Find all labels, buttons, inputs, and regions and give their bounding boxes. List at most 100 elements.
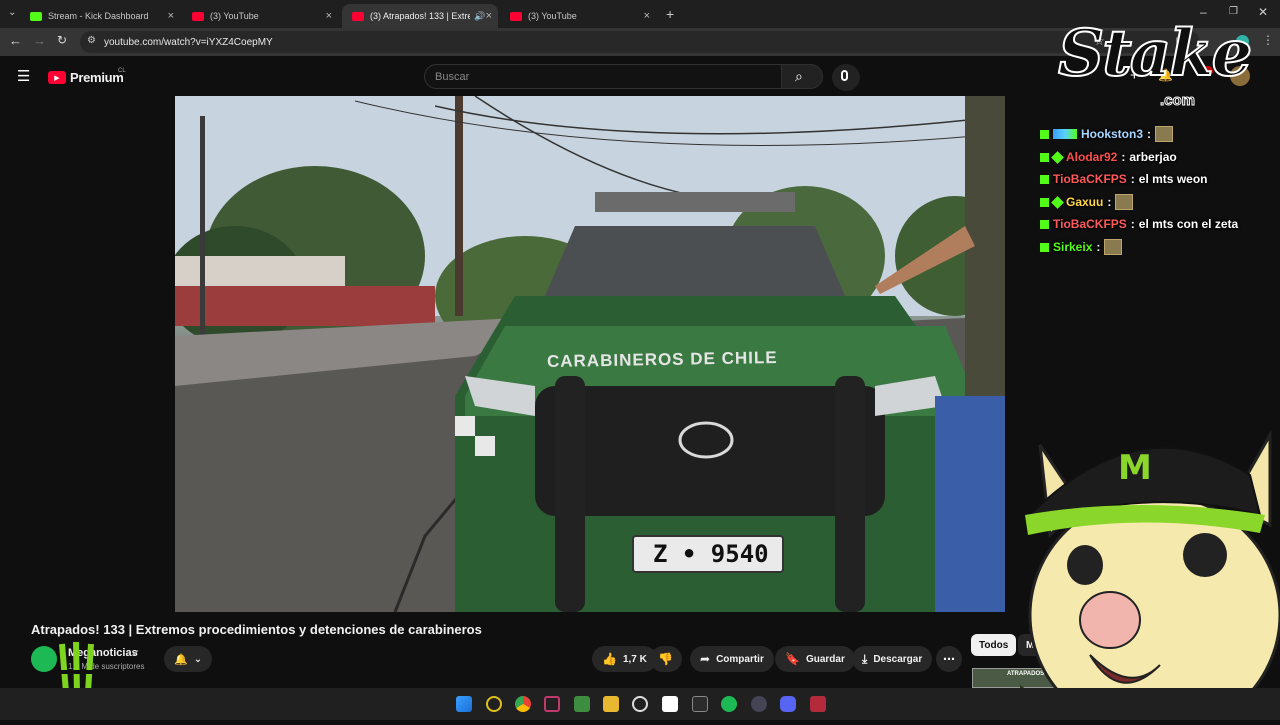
sponsor-sub-text: .com (1159, 92, 1196, 110)
obs-icon[interactable] (632, 696, 648, 712)
kick-badge-icon (1040, 242, 1049, 252)
share-button[interactable]: ➦ Compartir (690, 646, 774, 672)
steam-icon[interactable] (751, 696, 767, 712)
thumbs-up-icon: 👍 (602, 652, 617, 666)
new-tab-plus-icon[interactable]: + (666, 6, 674, 22)
chat-emote-icon (1104, 239, 1123, 255)
close-icon[interactable]: × (168, 10, 174, 22)
chat-username: Sirkeix (1053, 240, 1093, 254)
dislike-button[interactable]: 👎 (650, 646, 682, 672)
chat-username: TioBaCKFPS (1053, 172, 1127, 186)
youtube-logo[interactable]: ▶ Premium (48, 70, 124, 85)
bell-icon: 🔔 (174, 653, 188, 666)
save-button[interactable]: 🔖 Guardar (775, 646, 855, 672)
app-yellow-circle-icon[interactable] (486, 696, 502, 712)
app-g-icon[interactable] (692, 696, 708, 712)
like-button[interactable]: 👍 1,7 K (592, 646, 657, 672)
tab-atrapados[interactable]: (3) Atrapados! 133 | Extrem 🔊 × (342, 4, 498, 28)
tab-label: (3) YouTube (210, 11, 259, 21)
app-red-icon[interactable] (810, 696, 826, 712)
forward-arrow-icon[interactable]: → (33, 33, 46, 48)
download-label: Descargar (873, 653, 923, 665)
chat-message: Alodar92 : arberjao (1040, 150, 1177, 164)
discord-icon[interactable] (780, 696, 796, 712)
spotify-icon[interactable] (721, 696, 737, 712)
capcut-icon[interactable] (662, 696, 678, 712)
chat-emote-icon (1115, 194, 1134, 210)
thumbs-down-icon: 👎 (658, 652, 673, 666)
back-arrow-icon[interactable]: ← (9, 33, 22, 48)
hamburger-menu-icon[interactable]: ☰ (17, 67, 30, 85)
chat-username: Gaxuu (1066, 195, 1104, 209)
more-actions-button[interactable]: ⋯ (936, 646, 962, 672)
filter-chip-all[interactable]: Todos (971, 634, 1017, 656)
chat-message: Hookston3 : (1040, 126, 1174, 142)
download-icon: ⤓ (862, 651, 868, 666)
app-green-leaf-icon[interactable] (574, 696, 590, 712)
chat-message: Gaxuu : (1040, 194, 1134, 210)
chat-separator: : (1147, 127, 1152, 141)
search-placeholder: Buscar (435, 71, 470, 83)
chat-username: Hookston3 (1081, 127, 1144, 141)
window-close-icon[interactable]: ✕ (1258, 5, 1268, 19)
share-label: Compartir (716, 653, 764, 665)
channel-avatar[interactable] (31, 646, 57, 672)
tab-label: Stream - Kick Dashboard (48, 11, 149, 21)
close-icon[interactable]: × (644, 10, 650, 22)
chat-text: el mts con el zeta (1138, 217, 1239, 231)
share-arrow-icon: ➦ (700, 652, 711, 666)
youtube-favicon-icon (192, 11, 204, 21)
chat-text: el mts weon (1138, 172, 1208, 186)
chat-text: arberjao (1129, 150, 1177, 164)
browser-menu-icon[interactable]: ⋮ (1262, 33, 1274, 47)
youtube-play-icon: ▶ (48, 71, 66, 84)
plus-badge-icon (1051, 195, 1064, 209)
bookmark-icon: 🔖 (785, 652, 800, 666)
speaker-icon[interactable]: 🔊 (474, 11, 485, 22)
tab-label: (3) Atrapados! 133 | Extrem (370, 11, 470, 21)
save-label: Guardar (805, 653, 845, 665)
file-explorer-icon[interactable] (603, 696, 619, 712)
site-info-icon[interactable]: ⚙ (87, 35, 96, 46)
download-button[interactable]: ⤓ Descargar (852, 646, 933, 672)
kick-favicon-icon (30, 11, 42, 21)
kick-badge-icon (1040, 174, 1049, 184)
close-icon[interactable]: × (486, 10, 492, 22)
kick-badge-icon (1040, 197, 1049, 207)
video-player[interactable]: CARABINEROS DE CHILE Z • 9540 (175, 96, 1005, 612)
cat-mascot-icon: M (1020, 429, 1280, 725)
more-dots-icon: ⋯ (943, 652, 955, 666)
chat-separator: : (1121, 150, 1126, 164)
subscribed-bell-button[interactable]: 🔔 ⌄ (164, 646, 212, 672)
tab-kick-dashboard[interactable]: Stream - Kick Dashboard × (20, 4, 180, 28)
tab-youtube-1[interactable]: (3) YouTube × (182, 4, 338, 28)
chat-separator: : (1130, 217, 1135, 231)
tab-label: (3) YouTube (528, 11, 577, 21)
chat-emote-icon (1155, 126, 1174, 142)
app-pink-icon[interactable] (544, 696, 560, 712)
reload-icon[interactable]: ↻ (57, 33, 67, 47)
chat-separator: : (1107, 195, 1112, 209)
logo-region: CL (118, 68, 126, 74)
sponsor-main-text: Stake (1057, 15, 1253, 92)
chat-message: TioBaCKFPS : el mts con el zeta (1040, 217, 1238, 231)
tab-search-chevron-icon[interactable]: ⌄ (8, 7, 16, 18)
search-button[interactable]: ⌕ (781, 64, 823, 89)
search-input[interactable]: Buscar (424, 64, 782, 89)
chevron-down-icon: ⌄ (193, 653, 203, 665)
windows-taskbar (0, 688, 1280, 720)
chat-message: TioBaCKFPS : el mts weon (1040, 172, 1207, 186)
tab-youtube-2[interactable]: (3) YouTube × (500, 4, 656, 28)
logo-text: Premium (70, 70, 124, 85)
windows-start-icon[interactable] (456, 696, 472, 712)
close-icon[interactable]: × (326, 10, 332, 22)
voice-search-button[interactable] (832, 64, 860, 91)
chat-badges-icon (1053, 129, 1077, 139)
chrome-icon[interactable] (515, 696, 531, 712)
chat-separator: : (1130, 172, 1135, 186)
youtube-favicon-icon (510, 11, 522, 21)
search-icon: ⌕ (795, 68, 803, 84)
like-count: 1,7 K (622, 653, 647, 665)
vehicle-door-text: CARABINEROS DE CHILE (546, 347, 778, 372)
verified-check-icon: ✔ (132, 648, 140, 658)
